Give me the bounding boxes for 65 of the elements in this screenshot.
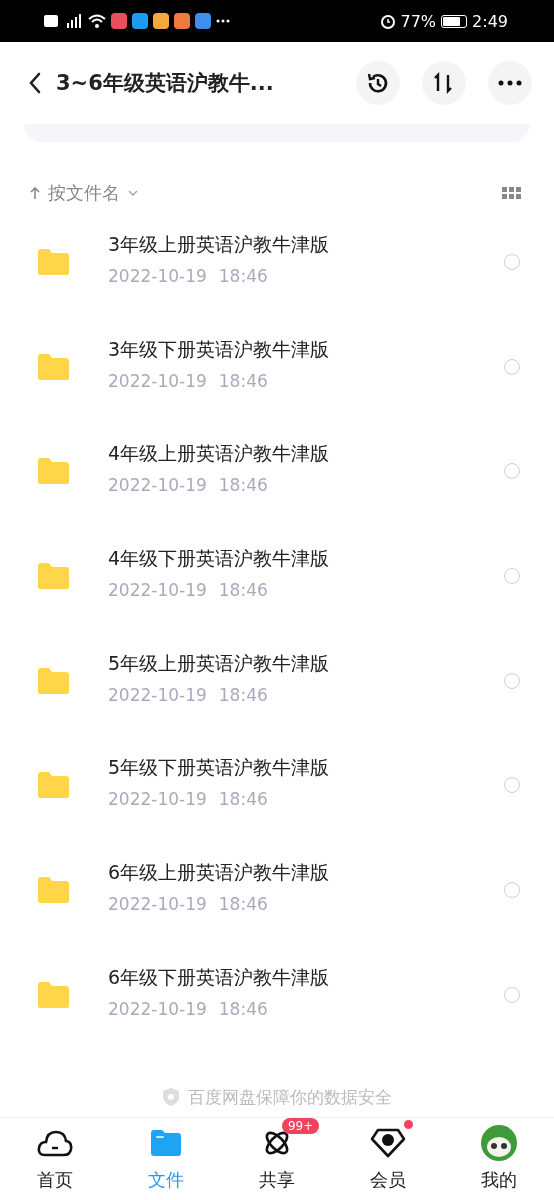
file-date: 2022-10-19 (108, 998, 207, 1019)
hd-icon (44, 15, 58, 27)
chevron-down-icon[interactable] (128, 189, 138, 196)
file-name[interactable]: 6年级上册英语沪教牛津版 (108, 860, 504, 887)
file-time: 18:46 (218, 894, 268, 915)
folder-icon (150, 1129, 183, 1157)
file-time: 18:46 (218, 998, 268, 1019)
file-name[interactable]: 6年级下册英语沪教牛津版 (108, 964, 504, 991)
history-button[interactable] (356, 61, 400, 105)
file-name[interactable]: 4年级下册英语沪教牛津版 (108, 546, 504, 573)
file-name[interactable]: 4年级上册英语沪教牛津版 (108, 441, 504, 468)
grid-view-icon[interactable] (502, 186, 522, 199)
security-note: 百度网盘保障你的数据安全 (188, 1085, 392, 1109)
file-date: 2022-10-19 (108, 580, 207, 601)
nav-tab[interactable]: 会员 (332, 1118, 444, 1200)
file-date: 2022-10-19 (108, 266, 207, 286)
file-name[interactable]: 3年级下册英语沪教牛津版 (108, 336, 504, 363)
wifi-icon (88, 14, 106, 28)
app-icon (111, 13, 127, 29)
sort-label[interactable]: 按文件名 (48, 180, 120, 205)
file-name[interactable]: 5年级上册英语沪教牛津版 (108, 650, 504, 677)
nav-tab[interactable]: 我的 (443, 1118, 554, 1200)
alarm-icon (379, 13, 396, 29)
folder-icon (36, 562, 70, 591)
nav-tab[interactable]: 首页 (0, 1118, 111, 1200)
battery-icon (441, 14, 468, 28)
more-icon (498, 80, 522, 86)
file-time: 18:46 (218, 475, 268, 496)
file-time: 18:46 (218, 370, 268, 391)
file-date: 2022-10-19 (108, 370, 207, 391)
file-time: 18:46 (218, 684, 268, 705)
diamond-icon (369, 1128, 406, 1158)
shield-icon (162, 1087, 180, 1107)
arrow-up-icon (30, 185, 40, 200)
cloud-icon (37, 1129, 74, 1157)
app-icon (195, 13, 211, 29)
file-name[interactable]: 3年级上册英语沪教牛津版 (108, 232, 504, 258)
file-time: 18:46 (218, 789, 268, 810)
file-date: 2022-10-19 (108, 475, 207, 496)
file-date: 2022-10-19 (108, 789, 207, 810)
back-icon[interactable] (28, 72, 42, 94)
app-icon (132, 13, 148, 29)
app-icon (174, 13, 190, 29)
sort-button[interactable] (422, 61, 466, 105)
file-time: 18:46 (218, 580, 268, 601)
file-name[interactable]: 5年级下册英语沪教牛津版 (108, 755, 504, 782)
clock: 2:49 (472, 11, 508, 31)
file-date: 2022-10-19 (108, 894, 207, 915)
file-time: 18:46 (218, 266, 268, 286)
battery-percent: 77% (400, 11, 437, 31)
count-badge: 99+ (282, 1118, 320, 1134)
folder-icon (36, 876, 70, 905)
nav-tab[interactable]: 99+ 共享 (221, 1118, 333, 1200)
more-icon (216, 19, 230, 23)
more-button[interactable] (488, 61, 532, 105)
folder-icon (36, 980, 70, 1009)
avatar-icon (480, 1125, 517, 1161)
folder-icon (36, 352, 70, 381)
folder-icon (36, 457, 70, 486)
file-date: 2022-10-19 (108, 684, 207, 705)
folder-icon (36, 666, 70, 695)
page-title: 3~6年级英语沪教牛... (56, 70, 275, 97)
folder-icon (36, 248, 70, 276)
folder-icon (36, 771, 70, 800)
app-icon (153, 13, 169, 29)
